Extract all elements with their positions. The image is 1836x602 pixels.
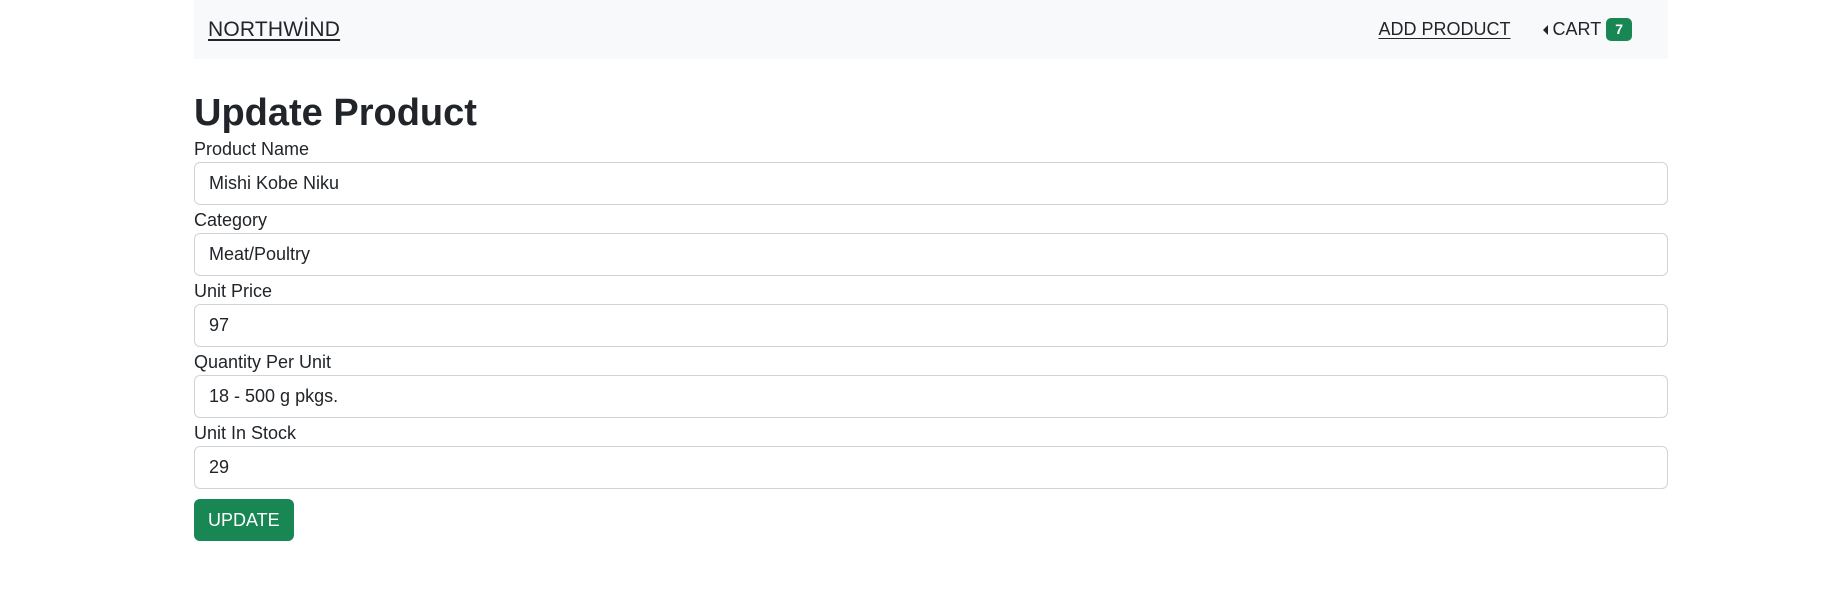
cart-dropdown-toggle[interactable]: CART 7 [1542, 18, 1632, 41]
category-label: Category [194, 210, 268, 230]
quantity-per-unit-input[interactable] [194, 375, 1668, 418]
unit-price-input[interactable] [194, 304, 1668, 347]
cart-count-badge: 7 [1606, 18, 1632, 41]
brand-link[interactable]: NORTHWİND [208, 18, 340, 42]
update-button[interactable]: UPDATE [194, 499, 294, 541]
navbar-right: ADD PRODUCT CART 7 [1379, 18, 1632, 41]
cart-label: CART [1552, 19, 1602, 39]
update-product-form: Product Name Category Unit Price Quantit… [194, 138, 1668, 541]
navbar: NORTHWİND ADD PRODUCT CART 7 [194, 0, 1668, 59]
main-container: NORTHWİND ADD PRODUCT CART 7 Update Prod… [194, 0, 1668, 541]
product-name-label: Product Name [194, 139, 310, 159]
unit-in-stock-label: Unit In Stock [194, 423, 297, 443]
product-name-input[interactable] [194, 162, 1668, 205]
caret-left-icon [1542, 24, 1548, 35]
unit-price-label: Unit Price [194, 281, 273, 301]
category-input[interactable] [194, 233, 1668, 276]
unit-in-stock-input[interactable] [194, 446, 1668, 489]
page-title: Update Product [194, 92, 477, 134]
quantity-per-unit-label: Quantity Per Unit [194, 352, 332, 372]
add-product-link[interactable]: ADD PRODUCT [1379, 19, 1511, 40]
